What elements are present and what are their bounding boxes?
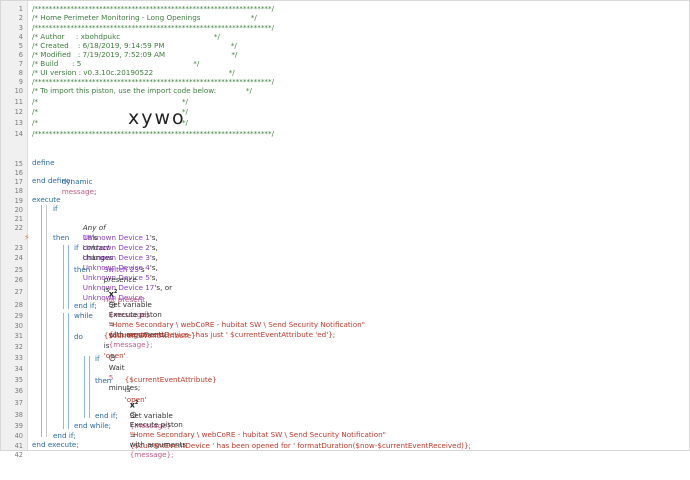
end-if-keyword: end if; [95,411,118,420]
comment-text: /* Home Perimeter Monitoring - Long Open… [32,13,257,22]
comment-text: /***************************************… [32,129,275,138]
if-block-bar [89,356,90,418]
end-execute-keyword: end execute; [32,440,79,449]
if-block-bar [68,245,69,309]
line-number: 11 [14,98,23,106]
line-number: 12 [14,108,23,116]
while-keyword: while [74,311,93,320]
then-keyword: then [74,265,91,274]
line-number: 2 [18,14,23,22]
line-number: 14 [14,130,23,138]
do-keyword: do [74,332,83,341]
if-block-bar [84,356,85,418]
end-while-keyword: end while; [74,421,112,430]
then-keyword: then [95,376,112,385]
if-block-bar [46,205,47,437]
while-block-bar [68,313,69,429]
end-define-keyword: end define; [32,176,73,185]
if-block-bar [63,245,64,309]
if-block-bar [41,205,42,437]
if-keyword: if [74,243,79,252]
code-editor: 1/**************************************… [0,0,690,459]
then-keyword: then [53,233,70,242]
code-line-42[interactable]: 42 end execute; [1,440,689,480]
if-keyword: if [95,354,100,363]
end-if-keyword: end if; [74,301,97,310]
comment-text: /* To import this piston, use the import… [32,86,252,95]
import-code: xywo [128,107,186,129]
while-block-bar [63,313,64,429]
line-number: 10 [14,87,23,95]
comment-text: /* */ [32,97,188,106]
line-number: 13 [14,119,23,127]
